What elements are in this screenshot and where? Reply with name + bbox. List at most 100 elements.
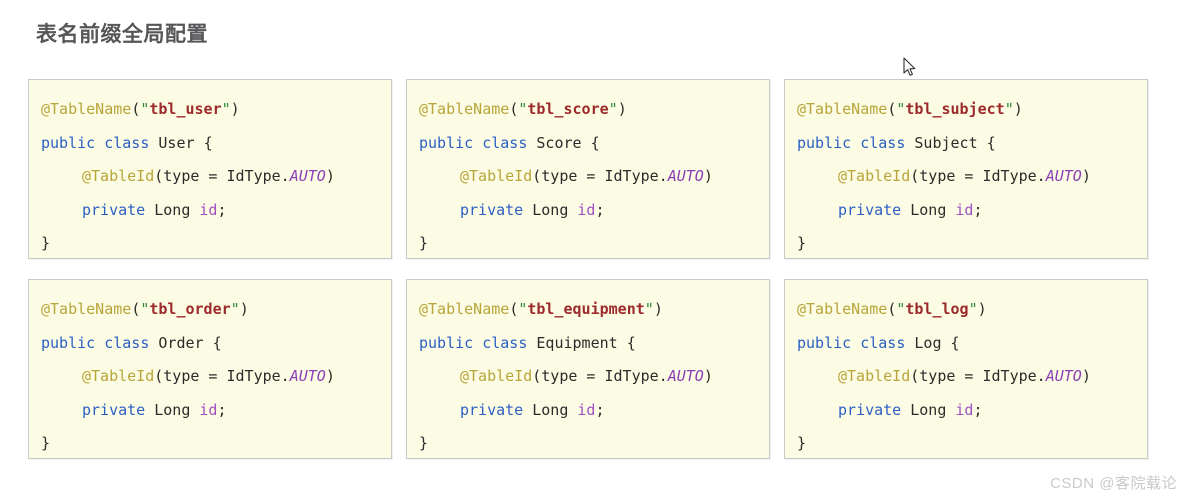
table-name-value: tbl_order bbox=[149, 300, 231, 318]
code-card-tbl-log: @TableName("tbl_log") public class Log {… bbox=[784, 279, 1148, 459]
code-line-field: private Long id; bbox=[797, 394, 1147, 428]
open-brace-token: { bbox=[986, 133, 996, 152]
id-type-value: AUTO bbox=[289, 367, 326, 385]
code-line-class-decl: public class Log { bbox=[797, 327, 1147, 361]
code-card-tbl-user: @TableName("tbl_user") public class User… bbox=[28, 79, 392, 259]
code-card-tbl-order: @TableName("tbl_order") public class Ord… bbox=[28, 279, 392, 459]
semicolon-token: ; bbox=[595, 400, 605, 419]
table-id-annotation-token: @TableId bbox=[838, 367, 911, 385]
semicolon-token: ; bbox=[973, 200, 983, 219]
open-brace-token: { bbox=[950, 333, 960, 352]
quote-close-token: " bbox=[644, 300, 654, 318]
close-paren-token: ) bbox=[1013, 100, 1023, 118]
close-paren-token: ) bbox=[617, 100, 627, 118]
code-line-class-decl: public class Subject { bbox=[797, 127, 1147, 161]
open-paren-token: ( bbox=[131, 100, 141, 118]
semicolon-token: ; bbox=[595, 200, 605, 219]
code-card-tbl-score: @TableName("tbl_score") public class Sco… bbox=[406, 79, 770, 259]
close-brace-token: } bbox=[41, 234, 51, 252]
private-keyword: private bbox=[838, 200, 902, 219]
code-line-close-brace: } bbox=[419, 427, 769, 458]
table-name-annotation-token: @TableName bbox=[41, 100, 132, 118]
close-brace-token: } bbox=[419, 234, 429, 252]
code-line-field: private Long id; bbox=[797, 194, 1147, 228]
quote-close-token: " bbox=[230, 300, 240, 318]
close-brace-token: } bbox=[41, 434, 51, 452]
class-name-value: Order bbox=[158, 333, 204, 352]
code-line-field: private Long id; bbox=[41, 194, 391, 228]
table-name-annotation-token: @TableName bbox=[797, 300, 888, 318]
code-line-annotation: @TableName("tbl_user") bbox=[41, 93, 391, 127]
semicolon-token: ; bbox=[217, 200, 227, 219]
code-line-close-brace: } bbox=[41, 427, 391, 458]
close-paren-token: ) bbox=[653, 300, 663, 318]
table-name-annotation-token: @TableName bbox=[419, 100, 510, 118]
private-keyword: private bbox=[82, 400, 146, 419]
table-id-args-prefix: (type = IdType. bbox=[910, 367, 1046, 385]
close-paren-token: ) bbox=[239, 300, 249, 318]
code-card-tbl-equipment: @TableName("tbl_equipment") public class… bbox=[406, 279, 770, 459]
code-line-field: private Long id; bbox=[419, 394, 769, 428]
code-line-close-brace: } bbox=[419, 227, 769, 258]
code-line-tableid: @TableId(type = IdType.AUTO) bbox=[41, 360, 391, 394]
code-line-tableid: @TableId(type = IdType.AUTO) bbox=[797, 360, 1147, 394]
table-id-args-prefix: (type = IdType. bbox=[532, 167, 668, 185]
field-type-value: Long bbox=[532, 400, 569, 419]
class-name-value: Log bbox=[914, 333, 942, 352]
field-name-value: id bbox=[199, 200, 218, 219]
class-keyword: class bbox=[104, 333, 150, 352]
code-card-tbl-subject: @TableName("tbl_subject") public class S… bbox=[784, 79, 1148, 259]
close-paren-token: ) bbox=[703, 367, 713, 385]
open-brace-token: { bbox=[590, 133, 600, 152]
code-line-field: private Long id; bbox=[419, 194, 769, 228]
class-name-value: Equipment bbox=[536, 333, 618, 352]
field-type-value: Long bbox=[154, 400, 191, 419]
class-name-value: Subject bbox=[914, 133, 978, 152]
close-brace-token: } bbox=[419, 434, 429, 452]
code-line-field: private Long id; bbox=[41, 394, 391, 428]
code-line-annotation: @TableName("tbl_order") bbox=[41, 293, 391, 327]
table-id-annotation-token: @TableId bbox=[460, 167, 533, 185]
field-type-value: Long bbox=[532, 200, 569, 219]
table-name-value: tbl_score bbox=[527, 100, 609, 118]
code-line-class-decl: public class User { bbox=[41, 127, 391, 161]
table-name-annotation-token: @TableName bbox=[419, 300, 510, 318]
field-name-value: id bbox=[955, 200, 974, 219]
code-line-annotation: @TableName("tbl_log") bbox=[797, 293, 1147, 327]
open-paren-token: ( bbox=[131, 300, 141, 318]
close-paren-token: ) bbox=[977, 300, 987, 318]
class-name-value: User bbox=[158, 133, 195, 152]
field-name-value: id bbox=[199, 400, 218, 419]
code-line-close-brace: } bbox=[41, 227, 391, 258]
private-keyword: private bbox=[82, 200, 146, 219]
close-paren-token: ) bbox=[230, 100, 240, 118]
class-keyword: class bbox=[860, 133, 906, 152]
table-name-annotation-token: @TableName bbox=[41, 300, 132, 318]
id-type-value: AUTO bbox=[667, 367, 704, 385]
public-keyword: public bbox=[41, 133, 96, 152]
table-id-annotation-token: @TableId bbox=[460, 367, 533, 385]
mouse-cursor-icon bbox=[903, 57, 916, 76]
open-paren-token: ( bbox=[887, 100, 897, 118]
close-paren-token: ) bbox=[1081, 367, 1091, 385]
table-id-args-prefix: (type = IdType. bbox=[910, 167, 1046, 185]
field-name-value: id bbox=[577, 200, 596, 219]
close-paren-token: ) bbox=[325, 167, 335, 185]
open-brace-token: { bbox=[203, 133, 213, 152]
public-keyword: public bbox=[41, 333, 96, 352]
close-paren-token: ) bbox=[325, 367, 335, 385]
close-paren-token: ) bbox=[703, 167, 713, 185]
open-paren-token: ( bbox=[509, 100, 519, 118]
field-name-value: id bbox=[955, 400, 974, 419]
